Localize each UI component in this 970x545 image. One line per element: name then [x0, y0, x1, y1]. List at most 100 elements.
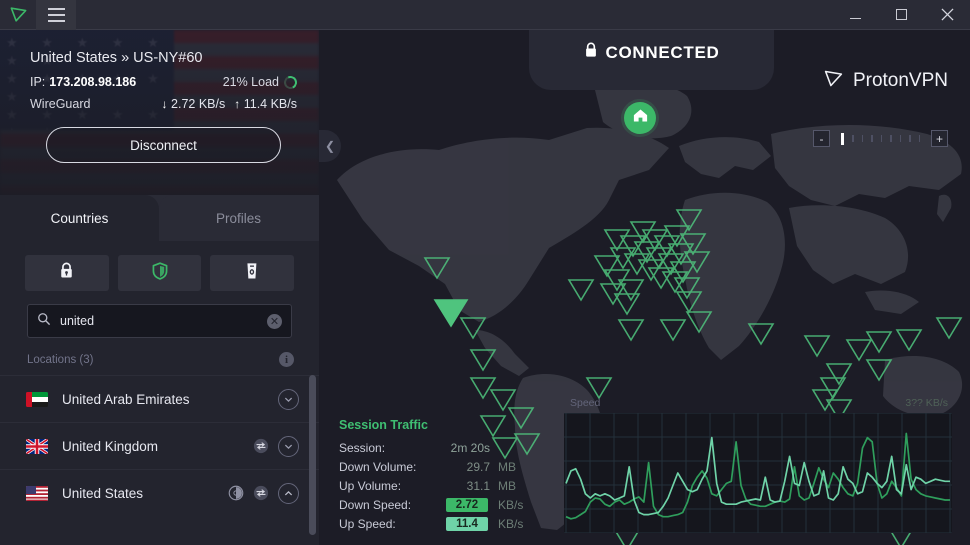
shield-icon — [152, 261, 168, 285]
title-bar — [0, 0, 970, 30]
list-item[interactable]: United Kingdom — [0, 422, 319, 469]
download-speed-value: 2.72 KB/s — [171, 97, 226, 111]
chevron-down-icon[interactable] — [278, 388, 299, 410]
speed-graph: Speed 3?? KB/s — [564, 397, 952, 534]
map-panel[interactable]: ❮ CONNECTED ProtonVPN - + Session Traffi… — [319, 30, 970, 545]
traffic-label: Down Volume: — [339, 459, 417, 474]
connection-status-panel: CONNECTED — [529, 30, 774, 90]
connected-server-title: United States » US-NY#60 — [30, 50, 203, 66]
list-item-label: United States — [62, 485, 144, 501]
disconnect-button[interactable]: Disconnect — [46, 127, 281, 163]
sidebar: ★ ★ ★ ★ ★ ★ ★★ ★ ★ ★ ★ ★★ ★ ★ ★ ★ ★ ★★ ★… — [0, 30, 319, 545]
locations-count: Locations (3) — [27, 353, 94, 366]
p2p-filter-button[interactable] — [117, 255, 202, 291]
filter-buttons — [0, 241, 319, 291]
zoom-out-button[interactable]: - — [813, 130, 830, 147]
zoom-slider[interactable] — [837, 132, 924, 145]
clear-search-icon[interactable]: ✕ — [267, 313, 282, 329]
list-item[interactable]: United Arab Emirates — [0, 375, 319, 422]
tab-countries[interactable]: Countries — [0, 195, 159, 241]
traffic-row: Down Speed: 2.72 KB/s — [339, 495, 554, 514]
speed-graph-scale: 3?? KB/s — [905, 397, 948, 409]
connection-status-text: CONNECTED — [605, 42, 720, 62]
server-load-text: 21% Load — [222, 75, 279, 89]
list-item-label: United Arab Emirates — [62, 391, 190, 407]
traffic-row: Session: 2m 20s — [339, 438, 554, 457]
row-actions — [278, 388, 299, 410]
flag-icon-us — [26, 485, 48, 501]
onion-icon — [245, 262, 259, 285]
search-icon — [37, 312, 51, 331]
upload-speed-value: 11.4 KB/s — [243, 97, 297, 111]
traffic-value: 2m 20s — [450, 440, 490, 455]
flag-icon-ae — [26, 391, 48, 407]
p2p-icon[interactable] — [253, 485, 269, 501]
traffic-value: 29.7 — [466, 459, 490, 474]
flag-icon-gb — [26, 438, 48, 454]
traffic-row: Up Speed: 11.4 KB/s — [339, 514, 554, 533]
protocol-label: WireGuard — [30, 97, 91, 111]
connection-header: ★ ★ ★ ★ ★ ★ ★★ ★ ★ ★ ★ ★★ ★ ★ ★ ★ ★ ★★ ★… — [0, 30, 319, 195]
locations-scrollbar[interactable] — [309, 375, 316, 535]
sidebar-tabs: Countries Profiles — [0, 195, 319, 241]
traffic-unit: MB — [498, 478, 516, 493]
list-item[interactable]: United States — [0, 469, 319, 516]
traffic-label: Down Speed: — [339, 497, 412, 512]
load-ring-icon — [282, 73, 299, 91]
traffic-label: Up Volume: — [339, 478, 402, 493]
arrow-up-icon: ↑ — [234, 97, 241, 111]
lock-icon — [584, 42, 598, 63]
ip-value: 173.208.98.186 — [49, 75, 137, 89]
tor-icon[interactable] — [228, 485, 244, 501]
chevron-up-icon[interactable] — [278, 482, 299, 504]
row-actions — [228, 482, 299, 504]
chevron-left-icon: ❮ — [324, 139, 336, 153]
speed-graph-title: Speed — [570, 397, 601, 409]
speed-graph-plot — [564, 412, 952, 534]
download-speed-indicator: ↓ 2.72 KB/s — [162, 97, 226, 111]
row-actions — [253, 435, 299, 457]
up-speed-badge: 11.4 — [446, 517, 488, 531]
search-box[interactable]: ✕ — [27, 304, 292, 338]
session-traffic-panel: Session Traffic Session: 2m 20s Down Vol… — [339, 418, 554, 533]
traffic-row: Up Volume: 31.1 MB — [339, 476, 554, 495]
home-icon — [632, 107, 649, 129]
lock-icon — [59, 262, 74, 284]
header-speeds: ↓ 2.72 KB/s ↑ 11.4 KB/s — [162, 97, 297, 111]
tab-profiles[interactable]: Profiles — [159, 195, 318, 241]
home-button[interactable] — [624, 102, 656, 134]
tor-filter-button[interactable] — [210, 255, 295, 291]
maximize-button[interactable] — [878, 0, 924, 30]
hamburger-menu-icon[interactable] — [36, 0, 76, 30]
traffic-row: Down Volume: 29.7 MB — [339, 457, 554, 476]
protonvpn-window: ★ ★ ★ ★ ★ ★ ★★ ★ ★ ★ ★ ★★ ★ ★ ★ ★ ★ ★★ ★… — [0, 0, 970, 545]
close-button[interactable] — [924, 0, 970, 30]
traffic-unit: MB — [498, 459, 516, 474]
locations-list: United Arab Emirates United Kingdom Unit… — [0, 375, 319, 535]
zoom-slider-handle[interactable] — [841, 132, 844, 145]
protonvpn-logo-icon — [0, 0, 36, 30]
protonvpn-logo-icon — [823, 68, 844, 94]
list-item-label: United Kingdom — [62, 438, 159, 454]
traffic-value: 31.1 — [466, 478, 490, 493]
brand-name: ProtonVPN — [852, 70, 948, 91]
minimize-button[interactable] — [832, 0, 878, 30]
map-zoom-control[interactable]: - + — [813, 130, 948, 147]
search-input[interactable] — [60, 314, 267, 328]
zoom-in-button[interactable]: + — [931, 130, 948, 147]
ip-label: IP: — [30, 75, 46, 89]
arrow-down-icon: ↓ — [161, 97, 168, 111]
brand: ProtonVPN — [823, 68, 948, 94]
info-icon[interactable]: i — [279, 352, 294, 367]
locations-header: Locations (3) i — [0, 338, 319, 375]
traffic-label: Session: — [339, 440, 386, 455]
traffic-label: Up Speed: — [339, 516, 396, 531]
traffic-unit: KB/s — [498, 497, 524, 512]
server-load: 21% Load — [222, 73, 299, 91]
upload-speed-indicator: ↑ 11.4 KB/s — [234, 97, 297, 111]
session-traffic-title: Session Traffic — [339, 418, 428, 432]
p2p-icon[interactable] — [253, 438, 269, 454]
chevron-down-icon[interactable] — [278, 435, 299, 457]
down-speed-badge: 2.72 — [446, 498, 488, 512]
secure-core-filter-button[interactable] — [25, 255, 109, 291]
